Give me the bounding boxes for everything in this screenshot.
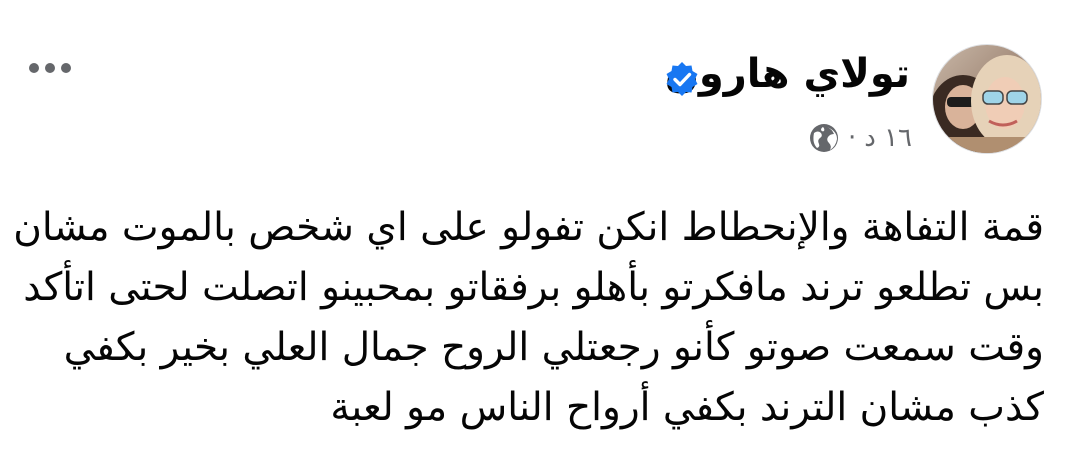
globe-icon[interactable]	[808, 122, 840, 154]
post-text-line: كذب مشان الترند بكفي أرواح الناس مو لعبة	[330, 385, 1044, 430]
meta-separator: ·	[847, 123, 857, 153]
post-meta: ١٦ د ·	[808, 122, 912, 154]
post-text: قمة التفاهة والإنحطاط انكن تفولو على اي …	[13, 198, 1044, 438]
avatar-photo	[933, 45, 1041, 153]
post-text-line: بس تطلعو ترند مافكرتو بأهلو برفقاتو بمحب…	[23, 265, 1044, 310]
author-name[interactable]: تولاي هارون	[665, 52, 910, 96]
more-options-icon-dot	[61, 63, 71, 73]
more-options-button[interactable]	[22, 50, 78, 86]
post-text-line: وقت سمعت صوتو كأنو رجعتلي الروح جمال الع…	[63, 325, 1044, 370]
more-options-icon-dot	[45, 63, 55, 73]
more-options-icon	[29, 63, 39, 73]
post-text-line: قمة التفاهة والإنحطاط انكن تفولو على اي …	[13, 205, 1044, 250]
facebook-post: تولاي هارون ١٦ د · قمة التفاهة والإنحطاط…	[0, 0, 1074, 475]
author-avatar[interactable]	[932, 44, 1042, 154]
post-time[interactable]: ١٦ د	[864, 123, 912, 153]
verified-badge-icon	[666, 62, 698, 96]
